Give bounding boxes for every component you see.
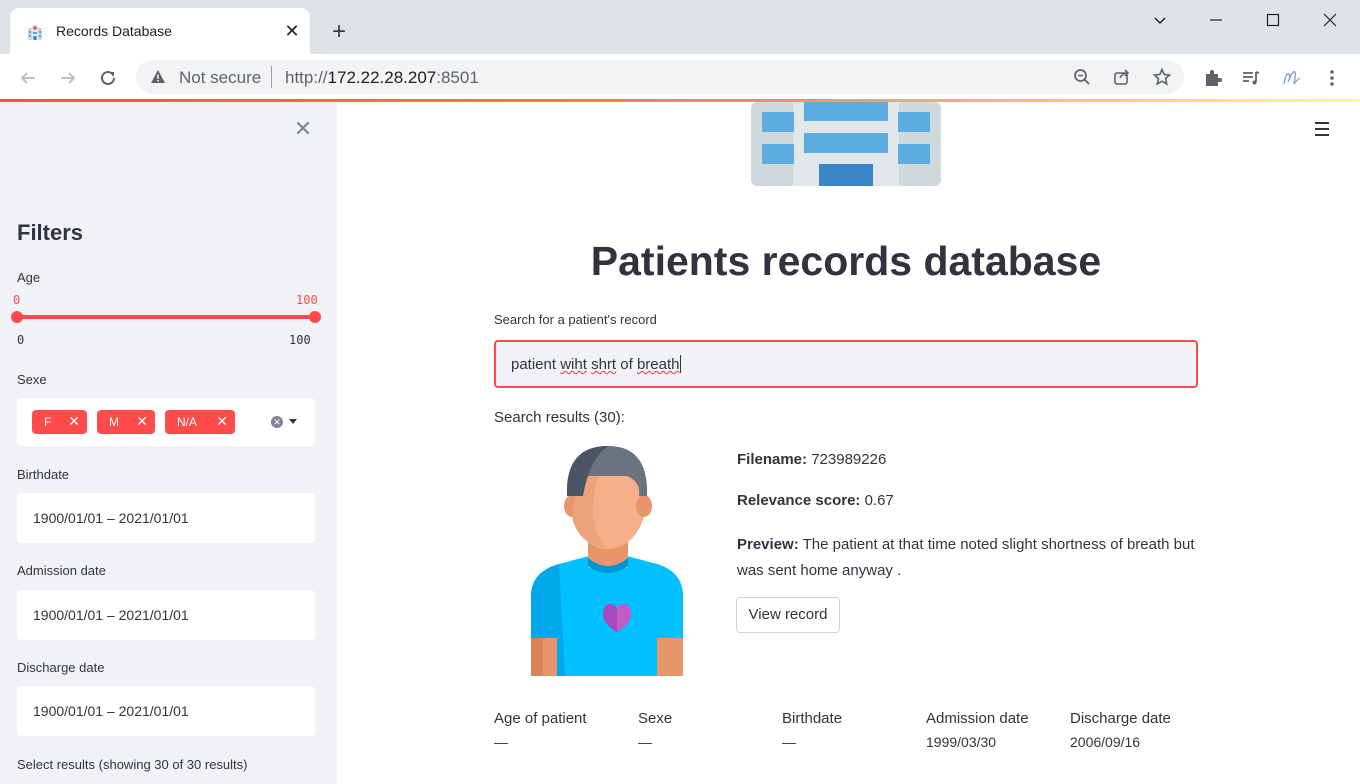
age-label: Age	[17, 270, 41, 285]
new-tab-icon[interactable]: +	[326, 19, 352, 45]
chip-m: M ✕	[97, 410, 155, 434]
discharge-date-input[interactable]: 1900/01/01 – 2021/01/01	[17, 686, 315, 736]
preview-text: The patient at that time noted slight sh…	[737, 536, 1195, 579]
detail-label-birthdate: Birthdate	[782, 710, 843, 727]
clear-all-icon[interactable]: ✕	[271, 416, 283, 428]
chip-f: F ✕	[32, 410, 87, 434]
search-word-misspelled: wiht	[560, 356, 587, 373]
birthdate-input[interactable]: 1900/01/01 – 2021/01/01	[17, 493, 315, 543]
reload-icon[interactable]	[94, 64, 122, 92]
forward-arrow-icon[interactable]	[54, 64, 82, 92]
minimize-icon[interactable]	[1196, 6, 1236, 34]
sexe-multiselect[interactable]: F ✕ M ✕ N/A ✕ ✕	[17, 398, 315, 446]
detail-value-birthdate: —	[782, 734, 796, 750]
back-arrow-icon[interactable]	[14, 64, 42, 92]
patient-avatar-icon	[531, 446, 683, 676]
age-slider-high-thumb[interactable]	[309, 311, 321, 323]
profile-avatar-icon[interactable]	[1280, 66, 1304, 90]
filename-value: 723989226	[811, 451, 887, 468]
search-word-misspelled: shrt	[591, 356, 617, 373]
age-slider-low-thumb[interactable]	[11, 311, 23, 323]
search-input[interactable]: patient wiht shrt of breath	[494, 340, 1198, 388]
tab-records-database[interactable]: Records Database ✕	[10, 8, 310, 54]
warning-icon[interactable]	[150, 69, 166, 85]
preview-label: Preview:	[737, 536, 799, 553]
url-host: 172.22.28.207	[327, 68, 437, 87]
birthdate-label: Birthdate	[17, 467, 70, 482]
remove-na-icon[interactable]: ✕	[216, 413, 228, 430]
age-slider-low-value: 0	[13, 293, 21, 307]
search-word-misspelled: breath	[636, 356, 680, 373]
address-bar[interactable]: Not secure http://172.22.28.207:8501	[136, 60, 1184, 94]
chip-m-label: M	[109, 415, 119, 429]
search-word: patient	[511, 356, 557, 373]
hospital-building-icon	[751, 102, 941, 186]
tab-title: Records Database	[56, 23, 172, 39]
media-queue-icon[interactable]	[1239, 66, 1263, 90]
extensions-puzzle-icon[interactable]	[1200, 66, 1224, 90]
chip-f-label: F	[44, 415, 52, 429]
dropdown-caret-icon[interactable]	[289, 419, 297, 424]
relevance-value: 0.67	[864, 492, 894, 509]
detail-label-discharge: Discharge date	[1070, 710, 1171, 727]
page-title: Patients records database	[590, 238, 1102, 284]
tab-bar: Records Database ✕ +	[0, 0, 1360, 54]
maximize-icon[interactable]	[1253, 6, 1293, 34]
view-record-button[interactable]: View record	[736, 597, 840, 633]
discharge-date-label: Discharge date	[17, 660, 105, 675]
url-port: :8501	[436, 68, 479, 87]
address-separator	[271, 66, 272, 88]
share-icon[interactable]	[1112, 67, 1132, 87]
detail-label-age: Age of patient	[494, 710, 587, 727]
sidebar-title: Filters	[17, 220, 84, 245]
chip-na-label: N/A	[177, 415, 198, 429]
select-results-label: Select results (showing 30 of 30 results…	[17, 757, 248, 772]
detail-value-admission: 1999/03/30	[926, 734, 997, 750]
close-sidebar-icon[interactable]: ✕	[292, 118, 314, 140]
admission-date-input[interactable]: 1900/01/01 – 2021/01/01	[17, 590, 315, 640]
chip-na: N/A ✕	[165, 410, 235, 434]
zoom-icon[interactable]	[1072, 67, 1092, 87]
age-max-label: 100	[289, 333, 311, 347]
detail-value-age: —	[494, 734, 508, 750]
detail-label-sexe: Sexe	[638, 710, 673, 727]
url-prefix: http://	[285, 68, 328, 87]
url-text[interactable]: http://172.22.28.207:8501	[285, 68, 479, 88]
age-slider-track[interactable]	[17, 315, 315, 319]
sexe-label: Sexe	[17, 372, 47, 387]
filename-label: Filename:	[737, 451, 808, 468]
relevance-label: Relevance score:	[737, 492, 861, 509]
hospital-building-icon	[28, 25, 42, 40]
detail-value-sexe: —	[638, 734, 652, 750]
search-results-count: Search results (30):	[494, 409, 625, 426]
tab-search-icon[interactable]	[1140, 6, 1180, 34]
remove-m-icon[interactable]: ✕	[136, 413, 148, 430]
remove-f-icon[interactable]: ✕	[68, 413, 80, 430]
result-preview: Preview: The patient at that time noted …	[737, 532, 1207, 584]
close-window-icon[interactable]	[1310, 6, 1350, 34]
result-relevance: Relevance score: 0.67	[737, 492, 894, 509]
search-word: of	[620, 356, 633, 373]
age-min-label: 0	[17, 333, 25, 347]
admission-date-label: Admission date	[17, 563, 106, 578]
age-slider-high-value: 100	[296, 293, 318, 307]
hamburger-menu-icon[interactable]	[1315, 122, 1333, 136]
main-content: Patients records database Search for a p…	[337, 102, 1360, 784]
browser-toolbar: Not secure http://172.22.28.207:8501	[0, 54, 1360, 100]
detail-value-discharge: 2006/09/16	[1070, 734, 1141, 750]
bookmark-star-icon[interactable]	[1152, 67, 1172, 87]
text-caret	[679, 355, 681, 373]
result-filename: Filename: 723989226	[737, 451, 886, 468]
detail-label-admission: Admission date	[926, 710, 1029, 727]
filters-sidebar: ✕ Filters Age 0 100 0 100 Sexe F ✕ M ✕ N…	[0, 102, 337, 784]
tab-close-icon[interactable]: ✕	[282, 21, 302, 41]
browser-menu-icon[interactable]	[1320, 66, 1344, 90]
search-label: Search for a patient's record	[494, 312, 657, 327]
not-secure-label[interactable]: Not secure	[179, 68, 261, 88]
